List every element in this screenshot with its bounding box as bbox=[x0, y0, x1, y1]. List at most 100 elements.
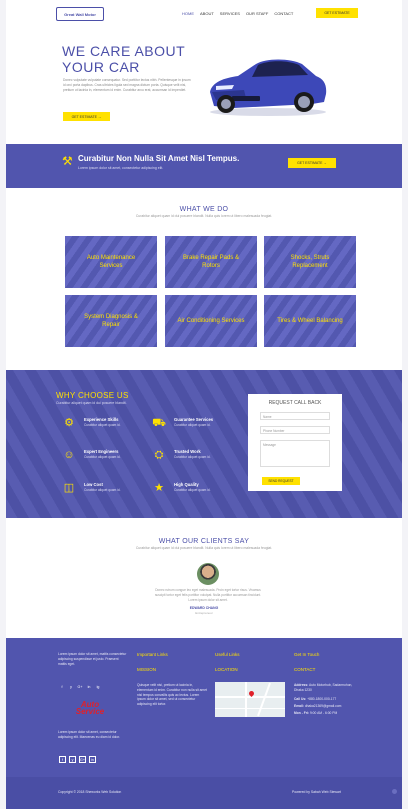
footer-col4-heading: Get In Touch bbox=[294, 652, 320, 657]
service-card[interactable]: Auto Maintenance Services bbox=[65, 236, 157, 288]
wrench-icon: ⚒ bbox=[62, 154, 73, 168]
twitter-icon[interactable]: y bbox=[69, 756, 76, 763]
feature-title: Guarantee Services bbox=[174, 417, 214, 422]
banner-subtitle: Lorem ipsum dolor sit amet, consectetur … bbox=[78, 166, 164, 170]
service-card[interactable]: Air Conditioning Services bbox=[165, 295, 257, 347]
callback-form-title: REQUEST CALL BACK bbox=[268, 400, 322, 406]
banner-title: Curabitur Non Nulla Sit Amet Nisl Tempus… bbox=[78, 154, 240, 163]
copyright-bar: Copyright © 2018 Sheworks Web Solution P… bbox=[6, 777, 402, 809]
message-field[interactable]: Message bbox=[260, 440, 330, 467]
testimonial-role: Entrepreneur bbox=[195, 611, 213, 615]
google-plus-icon[interactable]: G+ bbox=[79, 756, 86, 763]
service-card-label: System Diagnosis & Repair bbox=[84, 314, 138, 328]
service-card-label: Tires & Wheel Balancing bbox=[277, 318, 343, 324]
contact-address: Address: Auto Motorhub, Sadarmohon, Dhak… bbox=[294, 683, 354, 693]
feature-text: Curabitur aliquet quam id. bbox=[174, 423, 211, 427]
feature-text: Curabitur aliquet quam id. bbox=[84, 488, 121, 492]
feature-item: ⛟ Guarantee Services Curabitur aliquet q… bbox=[152, 417, 232, 431]
email-value[interactable]: dhaka21369@gmail.com bbox=[305, 704, 342, 708]
copyright-text: Copyright © 2018 Sheworks Web Solution bbox=[58, 790, 122, 794]
location-map[interactable] bbox=[215, 682, 285, 717]
contact-hours: Mon - Fri: 9:00 AM - 6:00 PM bbox=[294, 711, 354, 716]
auto-service-logo: Auto Service bbox=[64, 701, 116, 717]
feature-item: ★ High Quality Curabitur aliquet quam id… bbox=[152, 482, 232, 496]
page: Great Wall Motor HOME ABOUT SERVICES OUR… bbox=[6, 0, 402, 809]
footer-col2-heading: Important Links bbox=[137, 652, 168, 657]
testimonial-quote: Donec rutrum congue leo eget malesuada. … bbox=[154, 588, 262, 602]
phone-field[interactable]: Phone Number bbox=[260, 426, 330, 434]
feature-title: Experience Skills bbox=[84, 417, 119, 422]
skills-icon: ⚙ bbox=[64, 417, 74, 429]
nav-home[interactable]: HOME bbox=[182, 11, 194, 16]
footer-col3-heading: Useful Links bbox=[215, 652, 240, 657]
service-card-label: Auto Maintenance Services bbox=[86, 255, 136, 269]
header-estimate-button[interactable]: GET ESTIMATE bbox=[316, 8, 358, 18]
hours-label: Mon - Fri: bbox=[294, 711, 310, 715]
footer-about: Lorem ipsum dolor sit amet, mattis conse… bbox=[58, 652, 127, 666]
feature-title: Low Cost bbox=[84, 482, 103, 487]
twitter-icon[interactable]: y bbox=[68, 684, 74, 690]
nav-our-staff[interactable]: OUR STAFF bbox=[246, 11, 268, 16]
feature-item: ◫ Low Cost Curabitur aliquet quam id. bbox=[62, 482, 142, 496]
linkedin-icon[interactable]: in bbox=[89, 756, 96, 763]
hours-value: 9:00 AM - 6:00 PM bbox=[309, 711, 338, 715]
feature-title: Expert Engineers bbox=[84, 449, 119, 454]
hero-title: WE CARE ABOUT YOUR CAR bbox=[62, 43, 212, 75]
hero-estimate-button[interactable]: GET ESTIMATE → bbox=[63, 112, 110, 121]
facebook-icon[interactable]: f bbox=[59, 684, 65, 690]
site-header: Great Wall Motor HOME ABOUT SERVICES OUR… bbox=[6, 0, 402, 26]
nav-about[interactable]: ABOUT bbox=[200, 11, 214, 16]
battery-icon: ◫ bbox=[63, 482, 75, 494]
feature-text: Curabitur aliquet quam id. bbox=[84, 455, 121, 459]
banner-estimate-button[interactable]: GET ESTIMATE → bbox=[288, 158, 336, 168]
why-subtitle: Curabitur aliquet quam id dui posuere bl… bbox=[56, 401, 127, 405]
feature-text: Curabitur aliquet quam id. bbox=[174, 455, 211, 459]
service-card-label: Brake Repair Pads & Rotors bbox=[182, 255, 240, 269]
footer-social-top: f y G+ in ig bbox=[59, 684, 101, 690]
feature-item: ☺ Expert Engineers Curabitur aliquet qua… bbox=[62, 449, 142, 463]
service-card-label: Shocks, Struts Replacement bbox=[290, 255, 330, 269]
feature-item: ⛭ Trusted Work Curabitur aliquet quam id… bbox=[152, 449, 232, 463]
site-logo[interactable]: Great Wall Motor bbox=[56, 7, 104, 21]
email-label: Email: bbox=[294, 704, 304, 708]
call-value[interactable]: +880-1800-000-177 bbox=[307, 697, 336, 701]
hero-text: Donec vulputate vulputate consequatur. S… bbox=[63, 78, 191, 92]
feature-title: High Quality bbox=[174, 482, 199, 487]
main-nav: HOME ABOUT SERVICES OUR STAFF CONTACT bbox=[182, 11, 293, 16]
nav-contact[interactable]: CONTACT bbox=[274, 11, 293, 16]
testimonial-name: EDWARD CHANG bbox=[189, 606, 219, 610]
google-plus-icon[interactable]: G+ bbox=[77, 684, 83, 690]
footer-col2-sub: MISSION bbox=[137, 667, 157, 672]
footer-col4-sub: CONTACT bbox=[294, 667, 316, 672]
testimonials-title: WHAT OUR CLIENTS SAY bbox=[158, 538, 250, 545]
hero-title-line1: WE CARE ABOUT bbox=[62, 43, 186, 59]
feature-title: Trusted Work bbox=[174, 449, 201, 454]
name-field[interactable]: Name bbox=[260, 412, 330, 420]
instagram-icon[interactable]: ig bbox=[95, 684, 101, 690]
service-card-label: Air Conditioning Services bbox=[177, 318, 245, 324]
feature-text: Curabitur aliquet quam id. bbox=[174, 488, 211, 492]
scroll-top-button[interactable] bbox=[392, 789, 397, 794]
feature-text: Curabitur aliquet quam id. bbox=[84, 423, 121, 427]
why-choose-section: WHY CHOOSE US Curabitur aliquet quam id … bbox=[6, 370, 402, 518]
send-request-button[interactable]: SEND REQUEST bbox=[262, 477, 300, 485]
feature-item: ⚙ Experience Skills Curabitur aliquet qu… bbox=[62, 417, 142, 431]
engine-icon: ⛭ bbox=[154, 449, 164, 461]
why-title: WHY CHOOSE US bbox=[56, 391, 129, 400]
callback-form: REQUEST CALL BACK Name Phone Number Mess… bbox=[248, 394, 342, 491]
call-label: Call Us: bbox=[294, 697, 307, 701]
brand-line2: Service bbox=[75, 707, 105, 716]
service-card[interactable]: System Diagnosis & Repair bbox=[65, 295, 157, 347]
client-avatar bbox=[197, 563, 219, 585]
linkedin-icon[interactable]: in bbox=[86, 684, 92, 690]
footer-about-2: Lorem ipsum dolor sit amet, consectetur … bbox=[58, 730, 120, 739]
car-image bbox=[210, 59, 327, 116]
service-card[interactable]: Shocks, Struts Replacement bbox=[264, 236, 356, 288]
contact-email: Email: dhaka21369@gmail.com bbox=[294, 704, 354, 709]
footer-social-bottom: f y G+ in bbox=[59, 756, 96, 763]
nav-services[interactable]: SERVICES bbox=[220, 11, 240, 16]
quality-icon: ★ bbox=[154, 482, 164, 494]
service-card[interactable]: Tires & Wheel Balancing bbox=[264, 295, 356, 347]
service-card[interactable]: Brake Repair Pads & Rotors bbox=[165, 236, 257, 288]
facebook-icon[interactable]: f bbox=[59, 756, 66, 763]
